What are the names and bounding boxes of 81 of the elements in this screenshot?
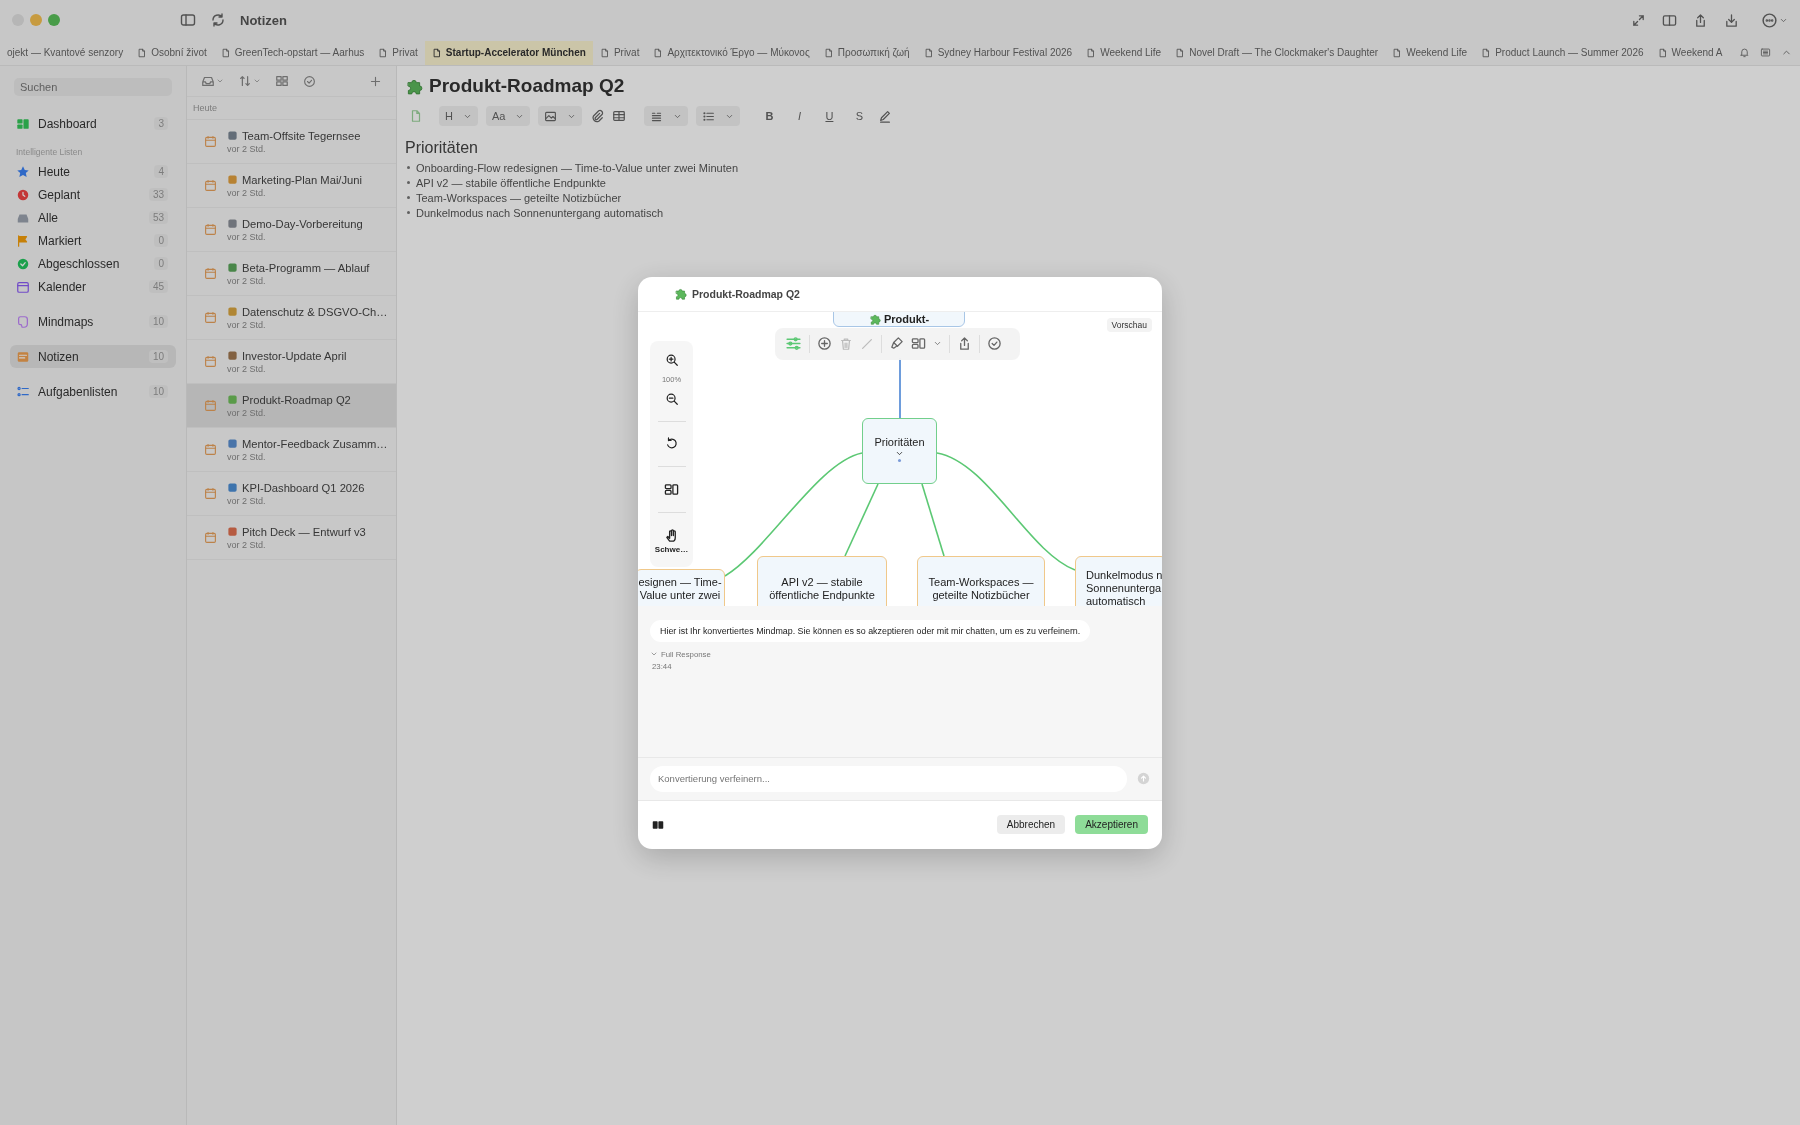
format-dropdown[interactable]: H <box>439 106 478 126</box>
note-title: Demo-Day-Vorbereitung <box>242 217 363 230</box>
note-item[interactable]: KPI-Dashboard Q1 2026 vor 2 Std. <box>187 472 396 516</box>
note-item[interactable]: Marketing-Plan Mai/Juni vor 2 Std. <box>187 164 396 208</box>
note-time: vor 2 Std. <box>227 143 267 154</box>
mindmap-node[interactable]: esignen — Time- Value unter zwei <box>638 568 725 606</box>
note-time: vor 2 Std. <box>227 363 267 374</box>
tab[interactable]: Startup-Accelerator München <box>424 40 593 65</box>
note-title: Team-Offsite Tegernsee <box>242 129 361 142</box>
format-button[interactable]: B <box>758 110 781 122</box>
tool-label: Schwe… <box>654 544 689 554</box>
bullet-text: API v2 — stabile öffentliche Endpunkte <box>416 176 606 189</box>
tab[interactable]: ojekt — Kvantové senzory <box>0 40 131 65</box>
tab[interactable]: Osobní život <box>130 40 214 65</box>
note-time: vor 2 Std. <box>227 495 267 506</box>
search-field[interactable]: Suchen <box>14 78 172 96</box>
chat-message: Hier ist Ihr konvertiertes Mindmap. Sie können es so akzeptieren oder mit mir chatten, um es zu verfeinern. <box>650 619 1091 642</box>
tab[interactable]: Product Launch — Summer 2026 <box>1474 40 1651 65</box>
note-title-heading: Produkt-Roadmap Q2 <box>429 75 625 97</box>
section-header: Heute <box>187 97 396 120</box>
note-time: vor 2 Std. <box>227 407 267 418</box>
tab[interactable]: Privat <box>592 40 647 65</box>
sidebar-item[interactable]: Notizen 10 <box>10 345 176 368</box>
note-item[interactable]: Demo-Day-Vorbereitung vor 2 Std. <box>187 208 396 252</box>
note-time: vor 2 Std. <box>227 231 267 242</box>
mindmap-node[interactable]: Dunkelmodus n Sonnenunterga automatisch <box>1075 555 1162 606</box>
tab[interactable]: Privat <box>371 40 425 65</box>
sidebar-item[interactable]: Abgeschlossen 0 <box>10 252 176 275</box>
node-label: Prioritäten <box>874 435 925 449</box>
window-title: Notizen <box>240 12 287 28</box>
note-time: vor 2 Std. <box>227 275 267 286</box>
bullet-text: Team-Workspaces — geteilte Notizbücher <box>416 191 622 204</box>
note-time: vor 2 Std. <box>227 539 267 550</box>
note-time: vor 2 Std. <box>227 319 267 330</box>
note-title: Produkt-Roadmap Q2 <box>242 393 351 406</box>
note-title: Marketing-Plan Mai/Juni <box>242 173 362 186</box>
mindmap-node[interactable]: Prioritäten <box>862 417 937 484</box>
tab[interactable]: Weekend A <box>1650 40 1730 65</box>
dialog-title: Produkt-Roadmap Q2 <box>692 287 800 300</box>
tab[interactable]: Weekend Life <box>1385 40 1475 65</box>
sidebar-item[interactable]: Dashboard 3 <box>10 112 176 135</box>
note-item[interactable]: Mentor-Feedback Zusamm… vor 2 Std. <box>187 428 396 472</box>
cancel-button[interactable]: Abbrechen <box>996 815 1066 834</box>
tab[interactable]: Novel Draft — The Clockmaker's Daughter <box>1168 40 1386 65</box>
note-item[interactable]: Beta-Programm — Ablauf vor 2 Std. <box>187 252 396 296</box>
tab[interactable]: Προσωπική ζωή <box>816 40 917 65</box>
note-item[interactable]: Team-Offsite Tegernsee vor 2 Std. <box>187 120 396 164</box>
sidebar-item[interactable]: Geplant 33 <box>10 183 176 206</box>
bullet-text: Onboarding-Flow redesignen — Time-to-Value unter zwei Minuten <box>416 161 738 174</box>
tab[interactable]: GreenTech-opstart — Aarhus <box>213 40 372 65</box>
note-title: Investor-Update April <box>242 349 347 362</box>
sidebar-item[interactable]: Heute 4 <box>10 160 176 183</box>
note-item[interactable]: Datenschutz & DSGVO-Ch… vor 2 Std. <box>187 296 396 340</box>
sidebar-item[interactable]: Mindmaps 10 <box>10 310 176 333</box>
note-item[interactable]: Pitch Deck — Entwurf v3 vor 2 Std. <box>187 516 396 560</box>
note-title: Datenschutz & DSGVO-Ch… <box>242 305 388 318</box>
note-title: Pitch Deck — Entwurf v3 <box>242 525 366 538</box>
sidebar-item[interactable]: Alle 53 <box>10 206 176 229</box>
accept-button[interactable]: Akzeptieren <box>1075 815 1148 834</box>
chat-input[interactable]: Konvertierung verfeinern... <box>650 765 1127 792</box>
bullet-text: Dunkelmodus nach Sonnenuntergang automatisch <box>416 206 664 219</box>
tab[interactable]: Αρχιτεκτονικό Έργο — Μύκονος <box>646 40 817 65</box>
format-button[interactable]: S <box>848 110 871 122</box>
sidebar-item[interactable]: Aufgabenlisten 10 <box>10 380 176 403</box>
tab[interactable]: Sydney Harbour Festival 2026 <box>916 40 1080 65</box>
sidebar-item[interactable]: Kalender 45 <box>10 275 176 298</box>
note-title: Beta-Programm — Ablauf <box>242 261 370 274</box>
format-button[interactable]: U <box>818 110 841 122</box>
note-item[interactable]: Produkt-Roadmap Q2 vor 2 Std. <box>187 384 396 428</box>
content-heading: Prioritäten <box>405 139 479 157</box>
note-title: Mentor-Feedback Zusamm… <box>242 437 388 450</box>
mindmap-node[interactable]: API v2 — stabile öffentliche Endpunkte <box>757 555 887 606</box>
preview-badge: Vorschau <box>1106 317 1152 332</box>
sidebar-item[interactable]: Markiert 0 <box>10 229 176 252</box>
mindmap-node[interactable]: Team-Workspaces — geteilte Notizbücher <box>917 555 1045 606</box>
note-title: KPI-Dashboard Q1 2026 <box>242 481 365 494</box>
tab[interactable]: Weekend Life <box>1079 40 1169 65</box>
format-button[interactable]: I <box>788 110 811 122</box>
format-dropdown[interactable]: Aa <box>485 106 531 126</box>
note-time: vor 2 Std. <box>227 187 267 198</box>
note-time: vor 2 Std. <box>227 451 267 462</box>
